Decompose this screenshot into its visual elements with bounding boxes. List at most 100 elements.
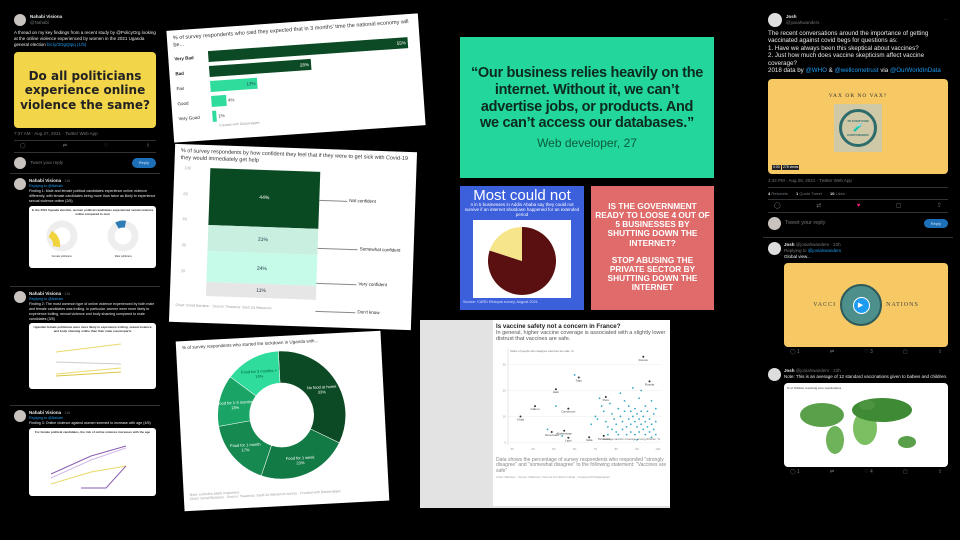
segment-label: Don't know	[357, 309, 380, 316]
tweet-image[interactable]: In the 2021 Uganda election, women polit…	[29, 205, 156, 268]
play-button[interactable]: ▶	[852, 296, 870, 314]
tweet-1[interactable]: Nahabi Visiona @Nahabi A thread on my key…	[10, 8, 160, 173]
scatter-point	[652, 412, 655, 415]
author-handle[interactable]: @Nahabi	[30, 20, 62, 26]
author-handle[interactable]: @josiahwanders	[786, 20, 819, 26]
mention-wellcometrust[interactable]: @wellcometrust	[834, 67, 878, 74]
retweet-icon[interactable]: ⇄	[63, 143, 67, 150]
share-icon[interactable]: ⇪	[938, 469, 942, 476]
scatter-point	[615, 430, 618, 433]
tweet-2[interactable]: Nahabi Visiona · 11h Replying to @Nahabi…	[10, 174, 160, 286]
tweet-image[interactable]: For female political candidates, the ris…	[29, 427, 156, 496]
avatar[interactable]	[768, 242, 781, 256]
retweet-icon[interactable]: ⇄	[830, 349, 834, 356]
mention-ourworldindata[interactable]: @OurWorldInData	[890, 67, 941, 74]
like-icon[interactable]: ♡	[104, 143, 108, 150]
reply-icon[interactable]: ◯	[774, 202, 781, 210]
tweet-image[interactable]: Do all politicians experience online vio…	[14, 52, 156, 129]
author-handle[interactable]: @josiahwanders	[796, 242, 829, 247]
leader-line	[319, 200, 348, 203]
scatter-point	[638, 430, 641, 433]
avatar[interactable]	[14, 14, 26, 27]
tweet-reply-1[interactable]: Josh @josiahwanders · 22h Replying to @j…	[763, 238, 953, 364]
reply-input[interactable]: Tweet your reply	[30, 160, 128, 166]
map-image[interactable]: % of children receiving core vaccination…	[784, 383, 948, 468]
scatter-point	[617, 407, 620, 410]
author-name[interactable]: Josh	[784, 368, 795, 373]
scatter-point	[654, 407, 657, 410]
scatter-point	[642, 428, 645, 430]
reply-icon[interactable]: ◯ 1	[790, 469, 800, 476]
vial-icon: 🧪	[853, 122, 863, 132]
scatter-point	[611, 412, 613, 415]
image-title: In the 2021 Uganda election, women polit…	[31, 207, 154, 216]
like-icon[interactable]: ♡ 4	[864, 469, 873, 476]
author-name[interactable]: Nahabi Visiona	[29, 410, 61, 415]
tweet-image[interactable]: Ugandan female politicians were more lik…	[29, 323, 156, 390]
world-map	[800, 398, 916, 455]
scatter-point	[573, 373, 576, 376]
tweet-3[interactable]: Nahabi Visiona · 11h Replying to @Nahabi…	[10, 287, 160, 405]
bar-value-label: 4%	[227, 97, 235, 103]
tweet-main[interactable]: Josh @josiahwanders ··· The recent conver…	[763, 10, 953, 237]
author-name[interactable]: Josh	[784, 242, 795, 247]
scatter-point	[631, 386, 634, 389]
scatter-point	[636, 412, 638, 415]
tweet-link[interactable]: bit.ly/3OgQtpq (1/5)	[47, 42, 86, 47]
point-label: Togo	[575, 378, 582, 382]
avatar[interactable]	[768, 13, 782, 27]
avatar[interactable]	[768, 368, 781, 382]
mention-who[interactable]: @WHO	[806, 67, 827, 74]
retweets-stat[interactable]: 4 Retweets	[768, 191, 788, 196]
retweet-icon[interactable]: ⇄	[816, 202, 821, 210]
video-player[interactable]: VAX OR NO VAX? TO EVERYONE 🧪 EVERYWHERE 0:…	[768, 78, 948, 174]
scatter-point	[611, 428, 613, 430]
reply-icon[interactable]: ◯ 1	[790, 349, 800, 356]
author-handle[interactable]: @josiahwanders	[796, 368, 829, 373]
share-icon[interactable]: ⇪	[938, 349, 942, 356]
avatar[interactable]	[14, 178, 26, 191]
bookmark-icon[interactable]: ▢	[896, 202, 902, 210]
video-player[interactable]: VACCI ▶ NATIONS	[784, 263, 948, 348]
likes-stat[interactable]: 10 Likes	[830, 191, 845, 196]
leader-line	[315, 310, 356, 314]
like-icon[interactable]: ♡ 3	[864, 349, 873, 356]
scatter-chart: 0 10 20 30 30 40 50 60 70 80 90 100 Share of people …	[503, 348, 662, 451]
scatter-point	[623, 409, 626, 412]
tweet-4[interactable]: Nahabi Visiona · 11h Replying to @Nahabi…	[10, 406, 160, 518]
donut-label: Female politicians	[51, 254, 72, 258]
avatar[interactable]	[14, 410, 26, 423]
scatter-point	[602, 409, 605, 412]
share-icon[interactable]: ⇪	[937, 202, 942, 210]
bookmark-icon[interactable]: ▢	[903, 349, 908, 356]
segment-label: Not confident	[349, 198, 376, 205]
reply-input[interactable]: Tweet your reply	[785, 220, 920, 227]
reply-icon[interactable]: ◯	[20, 143, 26, 150]
like-icon[interactable]: ♥	[857, 202, 861, 210]
author-name[interactable]: Nahabi Visiona	[29, 178, 61, 183]
tweet-time: · 11h	[62, 292, 71, 297]
replying-handle[interactable]: @josiahwanders	[808, 248, 841, 253]
author-name[interactable]: Nahabi Visiona	[29, 291, 61, 296]
more-icon[interactable]: ···	[944, 17, 949, 23]
scatter-point	[594, 415, 597, 417]
leader-line	[316, 282, 357, 285]
line-chart	[50, 445, 127, 489]
avatar[interactable]	[14, 291, 26, 304]
y-tick-label: 30	[503, 362, 507, 366]
bar-label: Good	[177, 100, 189, 107]
bar-label: Fair	[176, 86, 185, 92]
bookmark-icon[interactable]: ▢	[903, 469, 908, 476]
quotes-stat[interactable]: 1 Quote Tweet	[796, 191, 822, 196]
reply-button[interactable]: Reply	[923, 218, 948, 229]
reply-button[interactable]: Reply	[131, 158, 156, 168]
tweet-meta: 3:34 PM · Aug 28, 2021 · Twitter Web App	[768, 177, 852, 183]
tweet-time: · 22h	[830, 368, 841, 374]
point-label: Cameroon	[561, 409, 575, 413]
x-tick-label: 90	[635, 447, 639, 451]
tweet-reply-2[interactable]: Josh @josiahwanders · 22h Note: This is …	[763, 364, 953, 482]
scatter-point	[634, 407, 636, 410]
retweet-icon[interactable]: ⇄	[830, 469, 834, 476]
share-icon[interactable]: ⇪	[146, 143, 150, 150]
y-tick-label: 80	[183, 190, 188, 197]
